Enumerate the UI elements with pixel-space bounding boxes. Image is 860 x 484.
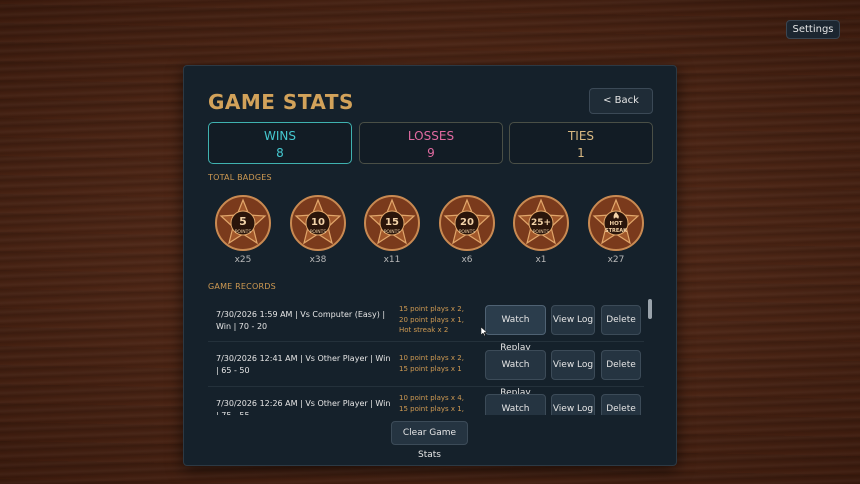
watch-replay-button[interactable]: Watch Replay bbox=[485, 305, 546, 353]
record-info: 7/30/2026 12:26 AM | Vs Other Player | W… bbox=[216, 399, 391, 415]
flame-badge-icon: HOT STREAK bbox=[588, 195, 644, 251]
badges-row: 5 POINTS x25 10 POINTS x38 15 POINTS x11… bbox=[208, 194, 654, 270]
delete-button[interactable]: Delete bbox=[601, 350, 641, 380]
wins-label: WINS bbox=[264, 129, 296, 143]
record-badges: 10 point plays x 2, 15 point plays x 1 bbox=[399, 354, 464, 373]
star-badge-icon: 5 POINTS bbox=[215, 195, 271, 251]
badge-count: x27 bbox=[607, 255, 625, 265]
badge-10-number: 10 bbox=[311, 217, 325, 228]
badge-20-number: 20 bbox=[460, 217, 474, 228]
badge-25-number: 25+ bbox=[531, 218, 551, 228]
badge-count: x38 bbox=[309, 255, 327, 265]
badge-20-caption: POINTS bbox=[459, 229, 476, 235]
losses-value: 9 bbox=[427, 146, 435, 160]
records-scrollbar-thumb[interactable] bbox=[648, 299, 652, 319]
view-log-button[interactable]: View Log bbox=[551, 394, 595, 415]
watch-replay-button[interactable]: Watch Replay bbox=[485, 394, 546, 415]
star-badge-icon: 10 POINTS bbox=[290, 195, 346, 251]
clear-game-stats-button[interactable]: Clear Game Stats bbox=[391, 421, 468, 460]
delete-button[interactable]: Delete bbox=[601, 305, 641, 335]
ties-label: TIES bbox=[567, 129, 595, 143]
list-item: 7/30/2026 12:41 AM | Vs Other Player | W… bbox=[208, 345, 644, 398]
list-item: 7/30/2026 1:59 AM | Vs Computer (Easy) |… bbox=[208, 300, 644, 353]
badge-25-points: 25+ POINTS x1 bbox=[510, 194, 572, 265]
star-badge-icon: 25+ POINTS bbox=[513, 195, 569, 251]
star-badge-icon: 20 POINTS bbox=[439, 195, 495, 251]
badge-5-caption: POINTS bbox=[235, 229, 252, 235]
record-badges: 15 point plays x 2, 20 point plays x 1, … bbox=[399, 305, 464, 334]
badge-count: x6 bbox=[461, 255, 473, 265]
record-badges: 10 point plays x 4, 15 point plays x 1, … bbox=[399, 394, 464, 413]
badge-streak-word: STREAK bbox=[605, 228, 628, 234]
losses-label: LOSSES bbox=[407, 129, 455, 143]
total-badges-label: TOTAL BADGES bbox=[208, 173, 272, 182]
badge-hot-streak: HOT STREAK x27 bbox=[585, 194, 647, 265]
ties-value: 1 bbox=[577, 146, 585, 160]
view-log-button[interactable]: View Log bbox=[551, 350, 595, 380]
back-button[interactable]: < Back bbox=[589, 88, 653, 114]
badge-20-points: 20 POINTS x6 bbox=[436, 194, 498, 265]
badge-10-caption: POINTS bbox=[310, 229, 327, 235]
badge-count: x1 bbox=[535, 255, 547, 265]
badge-25-caption: POINTS bbox=[533, 229, 550, 235]
badge-hot-word: HOT bbox=[609, 221, 622, 227]
game-stats-panel: GAME STATS < Back WINS 8 LOSSES 9 TIES 1… bbox=[183, 65, 677, 466]
delete-button[interactable]: Delete bbox=[601, 394, 641, 415]
badge-15-caption: POINTS bbox=[384, 229, 401, 235]
ties-box: TIES 1 bbox=[509, 122, 653, 164]
wins-value: 8 bbox=[276, 146, 284, 160]
losses-box: LOSSES 9 bbox=[359, 122, 503, 164]
badge-5-points: 5 POINTS x25 bbox=[212, 194, 274, 265]
record-info: 7/30/2026 12:41 AM | Vs Other Player | W… bbox=[216, 354, 391, 375]
badge-count: x11 bbox=[383, 255, 401, 265]
badge-15-number: 15 bbox=[385, 217, 399, 228]
wins-box: WINS 8 bbox=[208, 122, 352, 164]
star-badge-icon: 15 POINTS bbox=[364, 195, 420, 251]
page-title: GAME STATS bbox=[208, 90, 354, 114]
settings-button[interactable]: Settings bbox=[786, 20, 840, 39]
record-info: 7/30/2026 1:59 AM | Vs Computer (Easy) |… bbox=[216, 310, 386, 331]
badge-10-points: 10 POINTS x38 bbox=[287, 194, 349, 265]
list-item: 7/30/2026 12:26 AM | Vs Other Player | W… bbox=[208, 389, 644, 415]
game-records-label: GAME RECORDS bbox=[208, 282, 276, 291]
mouse-cursor-icon bbox=[481, 327, 487, 336]
badge-5-number: 5 bbox=[239, 215, 247, 228]
view-log-button[interactable]: View Log bbox=[551, 305, 595, 335]
game-records-list[interactable]: 7/30/2026 1:59 AM | Vs Computer (Easy) |… bbox=[208, 295, 652, 415]
watch-replay-button[interactable]: Watch Replay bbox=[485, 350, 546, 398]
badge-15-points: 15 POINTS x11 bbox=[361, 194, 423, 265]
badge-count: x25 bbox=[234, 255, 252, 265]
